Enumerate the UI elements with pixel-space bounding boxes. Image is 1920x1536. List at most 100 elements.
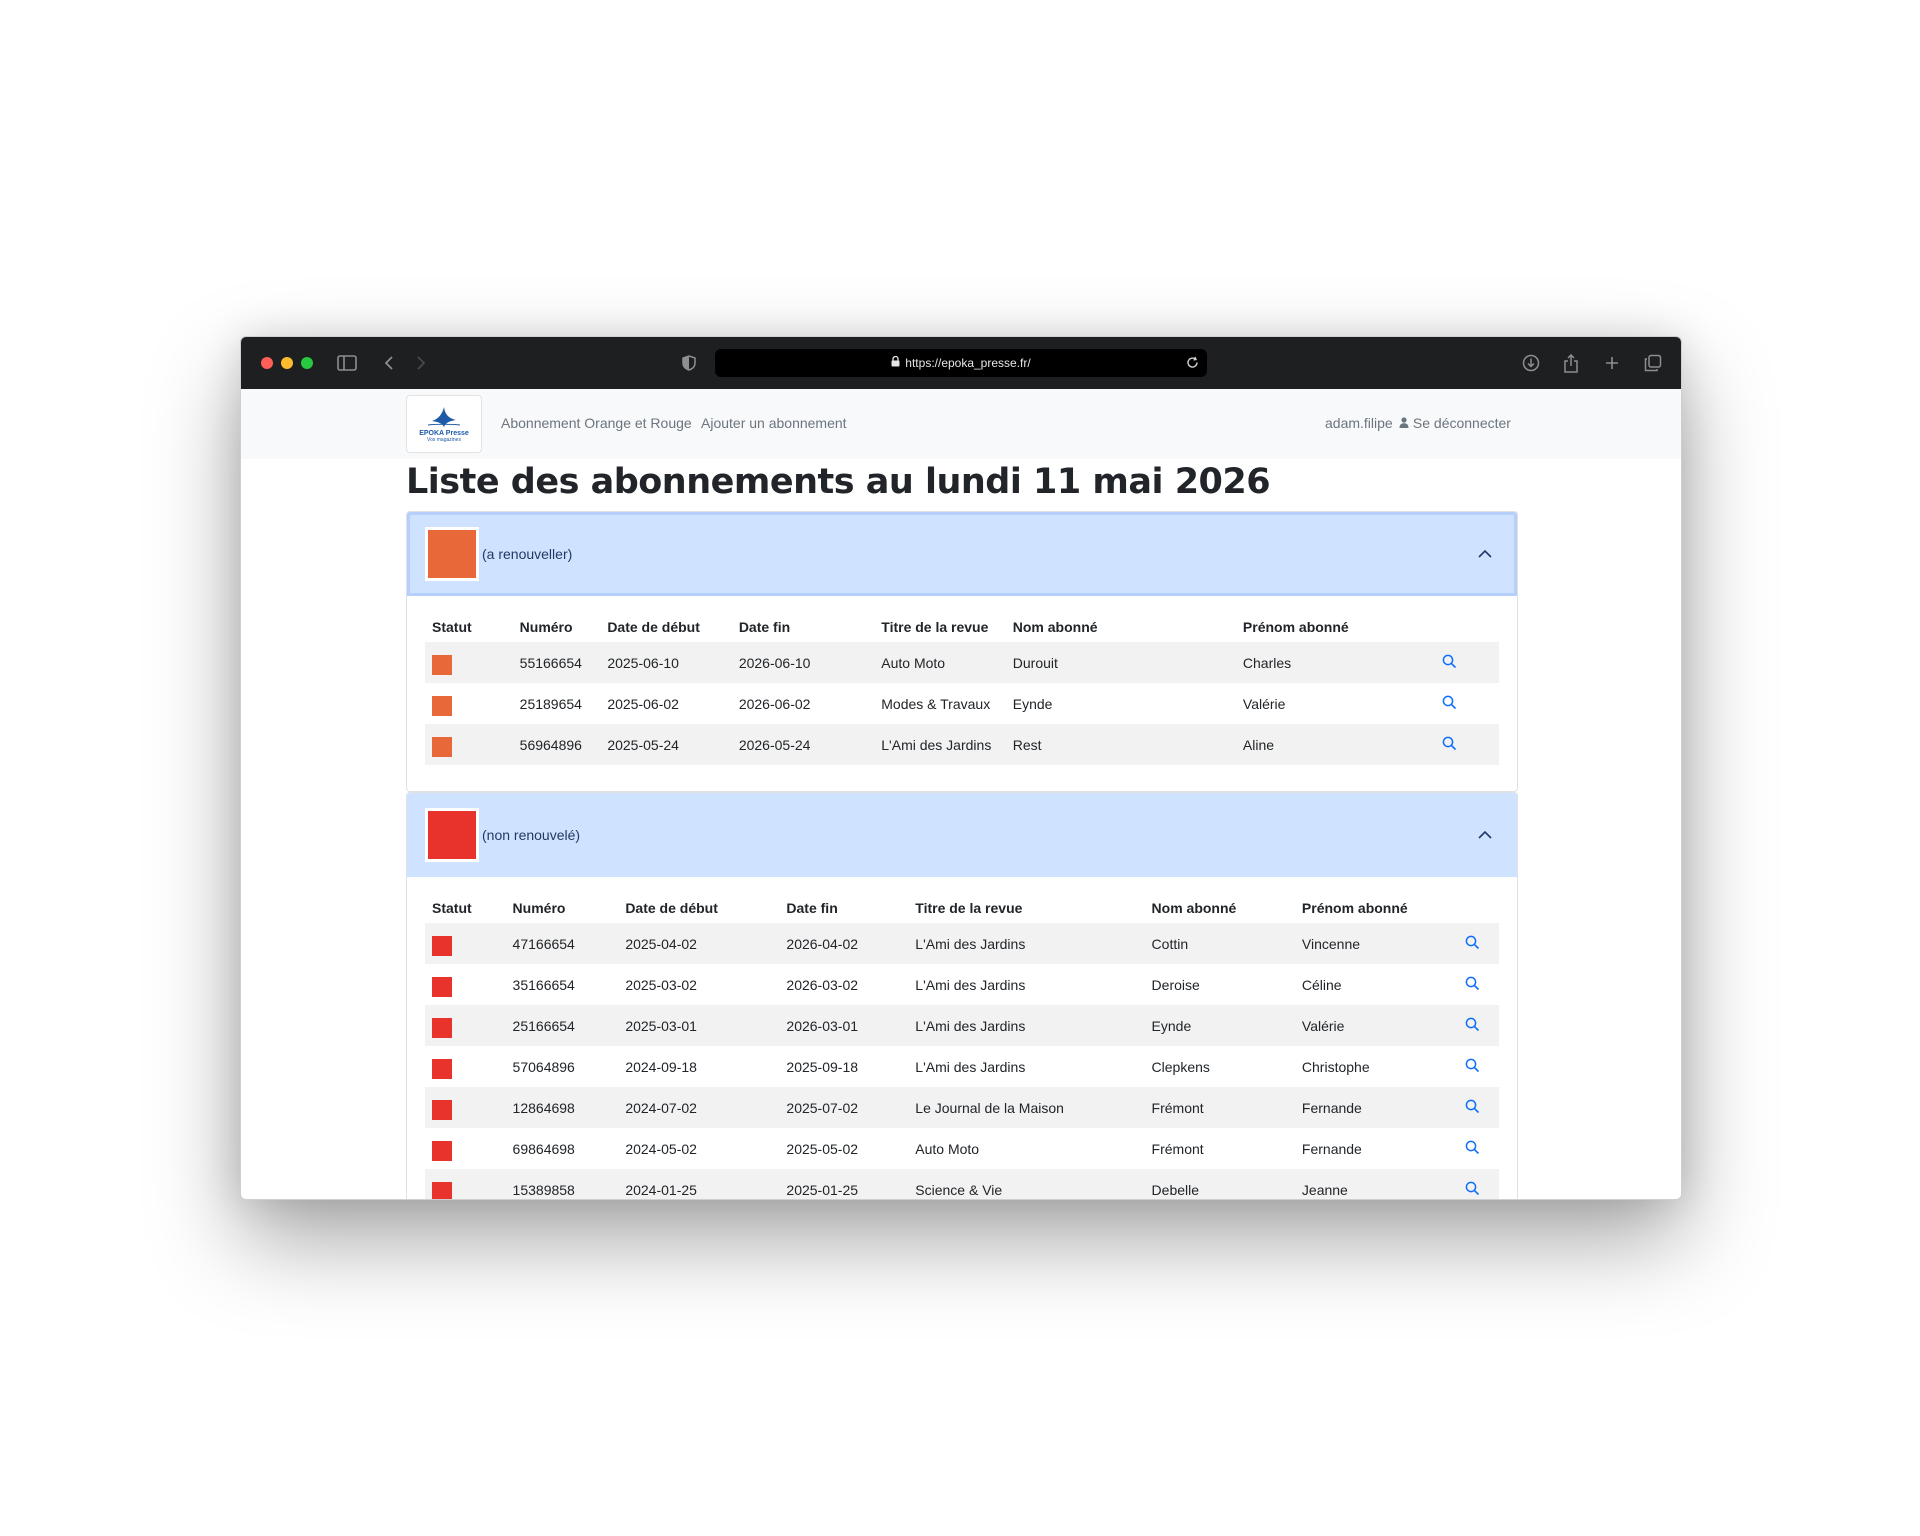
col-numero-cell: 47166654 (505, 923, 619, 964)
status-square-icon (432, 935, 452, 956)
status-square-icon (432, 1017, 452, 1038)
accordion-section: (non renouvelé) Statut Numéro Date de début… (406, 792, 1518, 1199)
status-cell (425, 1005, 506, 1046)
table-row[interactable]: 56964896 2025-05-24 2026-05-24 L'Ami des Ja… (425, 724, 1499, 765)
col-date-debut-cell: 2025-05-24 (600, 724, 732, 765)
col-nom-abonne-cell: Eynde (1012, 695, 1053, 712)
download-icon[interactable] (1519, 351, 1543, 375)
status-color-swatch (425, 808, 479, 862)
actions-cell (1445, 1087, 1499, 1128)
magnifier-icon[interactable] (1442, 695, 1457, 710)
logo-tagline: Vos magazines (427, 437, 461, 443)
col-prenom-abonne-cell: Valérie (1242, 695, 1286, 712)
brand-logo[interactable]: EPOKA Presse Vos magazines (406, 395, 482, 453)
col-prenom-abonne-cell: Charles (1235, 642, 1401, 683)
col-date-debut-cell: 2025-06-02 (607, 695, 679, 712)
table-row[interactable]: 35166654 2025-03-02 2026-03-02 L'Ami des Ja… (425, 964, 1499, 1005)
magnifier-icon[interactable] (1442, 736, 1457, 751)
table-row[interactable]: 15389858 2024-01-25 2025-01-25 Science & Vi… (425, 1169, 1499, 1199)
actions-cell (1445, 1046, 1499, 1087)
col-titre-revue-header: Titre de la revue (881, 619, 989, 635)
accordion-body: Statut Numéro Date de début Date fin Titre d… (407, 877, 1517, 1199)
address-bar[interactable]: https://epoka_presse.fr/ (715, 349, 1207, 377)
main-content: Liste des abonnements au lundi 11 mai 20… (406, 459, 1518, 1199)
col-titre-revue-cell: L'Ami des Jardins (874, 724, 1006, 765)
magnifier-icon[interactable] (1465, 935, 1480, 950)
lock-icon (891, 355, 900, 370)
status-cell (425, 923, 506, 964)
table-row[interactable]: 69864698 2024-05-02 2025-05-02 Auto Moto Fré… (425, 1128, 1499, 1169)
table-header-row: Statut Numéro Date de début Date fin Titre d… (425, 893, 1499, 923)
nav-link-abonnement-orange-rouge[interactable]: Abonnement Orange et Rouge (501, 415, 692, 431)
table-row[interactable]: 55166654 2025-06-10 2026-06-10 Auto Moto Dur… (425, 642, 1499, 683)
sidebar-toggle-icon[interactable] (335, 351, 359, 375)
magnifier-icon[interactable] (1442, 654, 1457, 669)
subscriptions-table: Statut Numéro Date de début Date fin Titre d… (425, 612, 1499, 765)
col-nom-abonne-cell: Clepkens (1151, 1058, 1210, 1075)
col-titre-revue-cell: L'Ami des Jardins (915, 976, 1026, 993)
reload-icon[interactable] (1186, 356, 1199, 372)
table-row[interactable]: 47166654 2025-04-02 2026-04-02 L'Ami des Ja… (425, 923, 1499, 964)
table-header-row: Statut Numéro Date de début Date fin Titre d… (425, 612, 1499, 642)
col-actions-header (1400, 612, 1499, 642)
magnifier-icon[interactable] (1465, 1140, 1480, 1155)
col-prenom-abonne-cell: Vincenne (1294, 923, 1446, 964)
col-nom-abonne-cell: Eynde (1144, 1005, 1295, 1046)
status-cell (425, 964, 506, 1005)
col-nom-abonne-cell: Deroise (1151, 976, 1200, 993)
browser-toolbar: https://epoka_presse.fr/ (241, 337, 1681, 389)
url-text: https://epoka_presse.fr/ (905, 356, 1031, 370)
status-square-icon (432, 976, 452, 997)
col-date-debut-cell: 2025-03-01 (618, 1005, 780, 1046)
status-square-icon (432, 1140, 452, 1161)
table-row[interactable]: 12864698 2024-07-02 2025-07-02 Le Journal d… (425, 1087, 1499, 1128)
col-date-fin-cell: 2026-06-10 (731, 642, 875, 683)
accordion-section: (a renouveller) Statut Numéro Date de début… (406, 511, 1518, 792)
status-square-icon (432, 1058, 452, 1079)
chevron-up-icon[interactable] (1477, 827, 1493, 843)
table-row[interactable]: 25189654 2025-06-02 2026-06-02 Modes & Trav… (425, 683, 1499, 724)
status-cell (425, 642, 513, 683)
col-date-fin-cell: 2026-04-02 (779, 923, 909, 964)
col-numero-cell: 25166654 (505, 1005, 619, 1046)
col-nom-abonne-cell: Rest (1005, 724, 1236, 765)
accordion-header[interactable]: (non renouvelé) (407, 793, 1517, 877)
status-cell (425, 1087, 506, 1128)
col-nom-abonne-cell: Durouit (1005, 642, 1236, 683)
col-date-fin-cell: 2025-01-25 (779, 1169, 909, 1199)
share-icon[interactable] (1559, 351, 1583, 375)
forward-icon[interactable] (409, 351, 433, 375)
magnifier-icon[interactable] (1465, 1181, 1480, 1196)
col-numero-cell: 12864698 (505, 1087, 619, 1128)
app-navbar: EPOKA Presse Vos magazines Abonnement Or… (241, 389, 1681, 459)
col-numero-header: Numéro (519, 619, 573, 635)
logo-name: EPOKA Presse (419, 430, 469, 437)
privacy-shield-icon[interactable] (677, 351, 701, 375)
zoom-window-button[interactable] (301, 357, 313, 369)
subscription-accordion: (a renouveller) Statut Numéro Date de début… (406, 511, 1518, 1199)
status-cell (425, 724, 513, 765)
back-icon[interactable] (377, 351, 401, 375)
col-prenom-abonne-cell: Aline (1235, 724, 1401, 765)
minimize-window-button[interactable] (281, 357, 293, 369)
accordion-body: Statut Numéro Date de début Date fin Titre d… (407, 596, 1517, 791)
magnifier-icon[interactable] (1465, 1058, 1480, 1073)
col-nom-abonne-header: Nom abonné (1012, 619, 1098, 635)
col-numero-cell: 69864698 (512, 1140, 575, 1157)
col-prenom-abonne-cell: Fernande (1301, 1140, 1362, 1157)
table-row[interactable]: 25166654 2025-03-01 2026-03-01 L'Ami des Ja… (425, 1005, 1499, 1046)
magnifier-icon[interactable] (1465, 1017, 1480, 1032)
chevron-up-icon[interactable] (1477, 546, 1493, 562)
nav-link-ajouter-abonnement[interactable]: Ajouter un abonnement (701, 415, 847, 431)
col-numero-cell: 55166654 (512, 642, 601, 683)
close-window-button[interactable] (261, 357, 273, 369)
magnifier-icon[interactable] (1465, 976, 1480, 991)
table-row[interactable]: 57064896 2024-09-18 2025-09-18 L'Ami des Ja… (425, 1046, 1499, 1087)
magnifier-icon[interactable] (1465, 1099, 1480, 1114)
logout-link[interactable]: Se déconnecter (1399, 415, 1511, 431)
tab-overview-icon[interactable] (1641, 351, 1665, 375)
username-label: adam.filipe (1325, 415, 1393, 431)
new-tab-icon[interactable] (1600, 351, 1624, 375)
col-prenom-abonne-cell: Céline (1301, 976, 1342, 993)
accordion-header[interactable]: (a renouveller) (407, 512, 1517, 596)
